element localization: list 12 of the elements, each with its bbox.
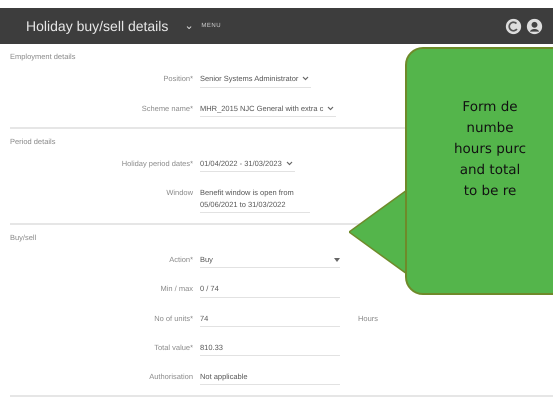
page-title: Holiday buy/sell details <box>26 16 168 36</box>
user-icon[interactable] <box>526 18 543 34</box>
callout-text: and total <box>460 160 520 180</box>
chevron-icon <box>286 161 293 166</box>
callout-text: hours purc <box>454 140 526 159</box>
caret-icon <box>334 258 340 262</box>
menu-caret[interactable]: ⌄ <box>184 20 194 32</box>
callout-text: numbe <box>466 118 514 138</box>
callout-text: Form de <box>462 98 518 117</box>
chevron-icon <box>327 106 334 111</box>
chevron-icon <box>302 76 310 82</box>
callout-text: to be re <box>464 182 516 201</box>
